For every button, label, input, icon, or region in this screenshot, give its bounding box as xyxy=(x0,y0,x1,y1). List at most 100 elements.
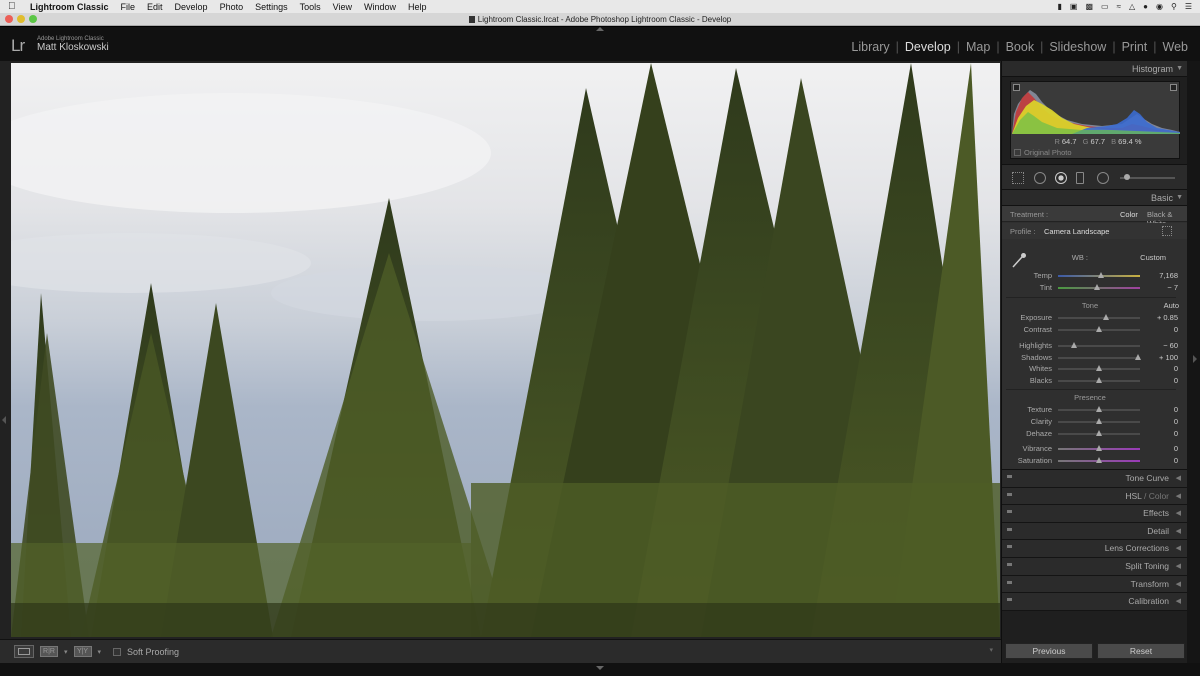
module-book[interactable]: Book xyxy=(1002,40,1039,54)
shadow-clipping-icon[interactable] xyxy=(1013,84,1020,91)
dehaze-knob[interactable] xyxy=(1096,430,1102,436)
shadows-value[interactable]: + 100 xyxy=(1159,353,1178,362)
module-web[interactable]: Web xyxy=(1159,40,1192,54)
camera-icon[interactable]: ▣ xyxy=(1070,2,1078,11)
temp-value[interactable]: 7,168 xyxy=(1159,271,1178,280)
contrast-slider[interactable] xyxy=(1058,326,1140,332)
collapse-top-panel-icon[interactable] xyxy=(596,27,604,31)
whites-value[interactable]: 0 xyxy=(1174,364,1178,373)
menu-help[interactable]: Help xyxy=(408,2,427,12)
panel-split-toning[interactable]: Split Toning ◀ xyxy=(1002,557,1187,576)
menu-tools[interactable]: Tools xyxy=(300,2,321,12)
tint-value[interactable]: − 7 xyxy=(1167,283,1178,292)
adjustment-brush-slider[interactable] xyxy=(1120,174,1175,180)
menu-develop[interactable]: Develop xyxy=(175,2,208,12)
panel-toggle-switch[interactable] xyxy=(1007,527,1012,531)
crop-overlay-icon[interactable] xyxy=(1012,172,1024,184)
spot-removal-icon[interactable] xyxy=(1034,172,1046,184)
panel-hsl-label[interactable]: HSL xyxy=(1125,491,1141,501)
reference-dropdown-icon[interactable]: ▾ xyxy=(98,648,102,656)
panel-toggle-switch[interactable] xyxy=(1007,492,1012,496)
panel-tone-curve[interactable]: Tone Curve ◀ xyxy=(1002,470,1187,488)
temp-knob[interactable] xyxy=(1097,272,1104,278)
texture-knob[interactable] xyxy=(1096,406,1102,412)
histogram[interactable]: R 64.7 G 67.7 B 69.4 % Original Photo xyxy=(1010,81,1180,159)
shadows-knob[interactable] xyxy=(1135,354,1142,360)
panel-effects[interactable]: Effects ◀ xyxy=(1002,505,1187,523)
vibrance-value[interactable]: 0 xyxy=(1174,444,1178,453)
whites-slider[interactable] xyxy=(1058,365,1140,371)
display-icon[interactable]: ▩ xyxy=(1085,2,1093,11)
menu-settings[interactable]: Settings xyxy=(255,2,288,12)
temp-slider[interactable] xyxy=(1058,272,1140,278)
contrast-knob[interactable] xyxy=(1096,326,1102,332)
saturation-value[interactable]: 0 xyxy=(1174,456,1178,465)
module-map[interactable]: Map xyxy=(962,40,994,54)
menu-photo[interactable]: Photo xyxy=(220,2,244,12)
soft-proofing-checkbox[interactable] xyxy=(113,647,122,656)
tint-slider[interactable] xyxy=(1058,284,1140,290)
close-window-icon[interactable] xyxy=(5,15,13,23)
exposure-value[interactable]: + 0.85 xyxy=(1157,313,1178,322)
saturation-slider[interactable] xyxy=(1058,457,1140,463)
spotlight-icon[interactable]: ⚲ xyxy=(1171,2,1177,11)
user-icon[interactable]: ● xyxy=(1143,2,1148,11)
wifi-icon[interactable]: ≈ xyxy=(1117,2,1121,11)
before-after-dropdown-icon[interactable]: ▾ xyxy=(64,648,68,656)
minimize-window-icon[interactable] xyxy=(17,15,25,23)
tint-knob[interactable] xyxy=(1094,284,1101,290)
radial-filter-icon[interactable] xyxy=(1097,172,1109,184)
airplay-icon[interactable]: △ xyxy=(1129,2,1135,11)
menu-file[interactable]: File xyxy=(121,2,136,12)
collapse-right-panel-icon[interactable] xyxy=(1193,355,1197,363)
notification-center-icon[interactable]: ☰ xyxy=(1185,2,1192,11)
highlight-clipping-icon[interactable] xyxy=(1170,84,1177,91)
photo-image[interactable] xyxy=(11,63,1000,637)
module-slideshow[interactable]: Slideshow xyxy=(1045,40,1110,54)
expand-filmstrip-icon[interactable] xyxy=(596,666,604,670)
histogram-header[interactable]: Histogram ▼ xyxy=(1002,61,1187,77)
blacks-value[interactable]: 0 xyxy=(1174,376,1178,385)
profile-dropdown[interactable]: Camera Landscape xyxy=(1044,227,1109,236)
panel-transform[interactable]: Transform ◀ xyxy=(1002,575,1187,594)
red-eye-icon[interactable] xyxy=(1055,172,1067,184)
panel-toggle-switch[interactable] xyxy=(1007,510,1012,514)
clarity-knob[interactable] xyxy=(1096,418,1102,424)
toolbar-menu-icon[interactable]: ▾ xyxy=(989,646,993,654)
panel-toggle-switch[interactable] xyxy=(1007,562,1012,566)
dropbox-icon[interactable]: ▮ xyxy=(1058,2,1062,11)
module-print[interactable]: Print xyxy=(1118,40,1152,54)
before-after-icon[interactable]: R|R xyxy=(40,646,58,657)
siri-icon[interactable]: ◉ xyxy=(1156,2,1163,11)
basic-header[interactable]: Basic ▼ xyxy=(1002,190,1187,206)
panel-toggle-switch[interactable] xyxy=(1007,598,1012,602)
auto-tone-button[interactable]: Auto xyxy=(1164,301,1179,310)
module-library[interactable]: Library xyxy=(847,40,893,54)
panel-lens-corrections[interactable]: Lens Corrections ◀ xyxy=(1002,540,1187,558)
dehaze-value[interactable]: 0 xyxy=(1174,429,1178,438)
previous-button[interactable]: Previous xyxy=(1005,643,1093,659)
slider-knob[interactable] xyxy=(1124,174,1130,180)
panel-toggle-switch[interactable] xyxy=(1007,580,1012,584)
maximize-window-icon[interactable] xyxy=(29,15,37,23)
exposure-knob[interactable] xyxy=(1102,314,1109,320)
texture-value[interactable]: 0 xyxy=(1174,405,1178,414)
menu-window[interactable]: Window xyxy=(364,2,396,12)
menu-edit[interactable]: Edit xyxy=(147,2,163,12)
reference-view-icon[interactable]: Y|Y xyxy=(73,646,92,657)
exposure-slider[interactable] xyxy=(1058,314,1140,320)
dehaze-slider[interactable] xyxy=(1058,430,1140,436)
shadows-slider[interactable] xyxy=(1058,354,1142,360)
panel-toggle-switch[interactable] xyxy=(1007,545,1012,549)
vibrance-knob[interactable] xyxy=(1096,445,1102,451)
original-photo-checkbox[interactable] xyxy=(1014,149,1021,156)
profile-browser-icon[interactable] xyxy=(1162,226,1172,236)
blacks-slider[interactable] xyxy=(1058,377,1140,383)
texture-slider[interactable] xyxy=(1058,406,1140,412)
expand-left-panel-icon[interactable] xyxy=(2,416,6,424)
panel-color-label[interactable]: Color xyxy=(1149,491,1169,501)
battery-icon[interactable]: ▭ xyxy=(1101,2,1109,11)
panel-hsl-color[interactable]: HSL / Color ◀ xyxy=(1002,487,1187,506)
apple-icon[interactable]:  xyxy=(8,1,18,12)
wb-dropdown[interactable]: Custom xyxy=(1140,253,1166,262)
